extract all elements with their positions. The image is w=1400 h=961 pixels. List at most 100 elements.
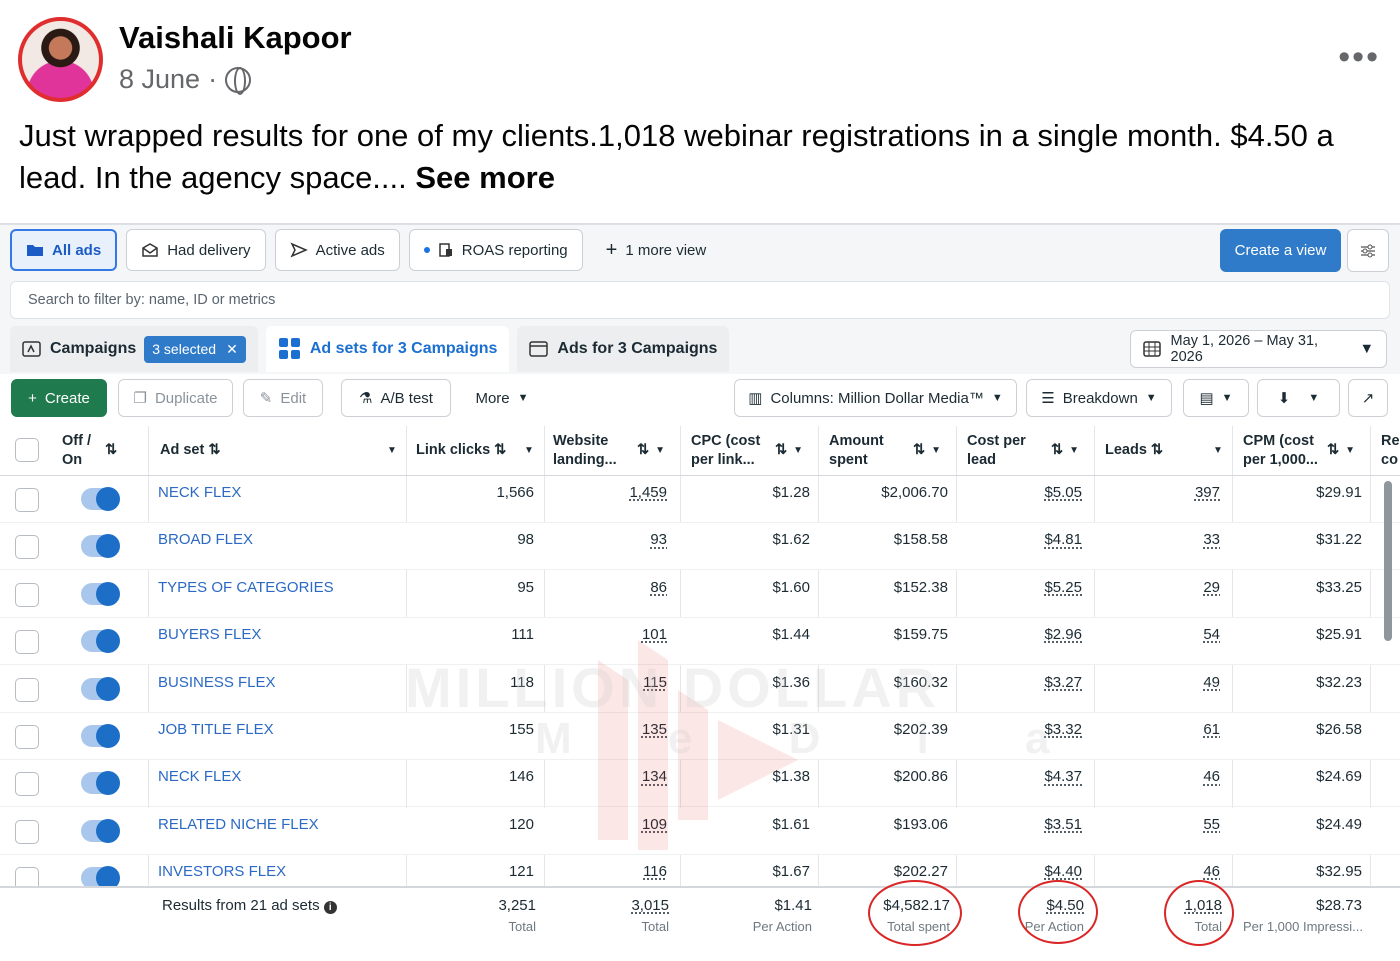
column-header-link-clicks[interactable]: Link clicks ⇅ [416, 426, 506, 475]
tab-had-delivery[interactable]: Had delivery [126, 229, 266, 271]
table-row[interactable]: BUSINESS FLEX 118 115 $1.36 $160.32 $3.27 49 $3… [0, 666, 1400, 713]
header-text: Cost per [967, 432, 1026, 449]
column-header-adset[interactable]: Ad set ⇅ [160, 426, 220, 475]
cost-per-lead-value: $5.05 [1044, 484, 1082, 501]
edit-button[interactable]: ✎ Edit [243, 379, 323, 417]
duplicate-button[interactable]: ❐ Duplicate [118, 379, 233, 417]
header-text: lead [967, 451, 997, 468]
sort-icon[interactable]: ⇅ ▼ [1051, 426, 1079, 475]
sort-icon[interactable]: ⇅ [494, 441, 506, 460]
sort-icon[interactable]: ⇅ [1151, 441, 1163, 460]
adset-name-link[interactable]: INVESTORS FLEX [158, 863, 286, 880]
caret-down-icon[interactable]: ▼ [1213, 426, 1223, 475]
total-cpm-sub: Per 1,000 Impressi... [1243, 919, 1363, 934]
post-date[interactable]: 8 June [119, 64, 200, 95]
row-checkbox[interactable] [15, 488, 39, 512]
table-row[interactable]: JOB TITLE FLEX 155 135 $1.31 $202.39 $3.32 61 $… [0, 713, 1400, 760]
table-row[interactable]: NECK FLEX 1,566 1,459 $1.28 $2,006.70 $5.05 39… [0, 476, 1400, 523]
row-checkbox[interactable] [15, 725, 39, 749]
reports-dropdown[interactable]: ▤ ▼ [1183, 379, 1249, 417]
sort-icon[interactable]: ⇅ [105, 426, 117, 475]
export-dropdown[interactable]: ⬇ ▼ [1257, 379, 1340, 417]
vertical-scrollbar[interactable] [1384, 481, 1392, 641]
see-more-link[interactable]: See more [415, 160, 555, 195]
columns-label: Columns: Million Dollar Media™ [770, 389, 984, 407]
on-off-toggle[interactable] [81, 629, 120, 654]
adset-name-link[interactable]: BUSINESS FLEX [158, 674, 276, 691]
tab-campaigns[interactable]: Campaigns 3 selected ✕ [10, 326, 258, 372]
adset-name-link[interactable]: NECK FLEX [158, 484, 241, 501]
column-header-offon[interactable]: Off / On [62, 426, 91, 475]
table-row[interactable]: RELATED NICHE FLEX 120 109 $1.61 $193.06 $3.5… [0, 807, 1400, 855]
sort-icon[interactable]: ⇅ [208, 441, 220, 460]
adset-name-link[interactable]: BUYERS FLEX [158, 626, 261, 643]
globe-icon[interactable] [225, 66, 252, 95]
tab-all-ads[interactable]: All ads [10, 229, 118, 271]
sort-icon[interactable]: ⇅ ▼ [1327, 426, 1355, 475]
author-name[interactable]: Vaishali Kapoor [119, 20, 352, 56]
table-row[interactable]: NECK FLEX 146 134 $1.38 $200.86 $4.37 46 $24.69 [0, 760, 1400, 808]
adset-name-link[interactable]: NECK FLEX [158, 768, 241, 785]
adset-name-link[interactable]: TYPES OF CATEGORIES [158, 579, 334, 596]
more-dropdown[interactable]: More ▼ [462, 379, 542, 417]
close-icon[interactable]: ✕ [226, 341, 238, 358]
adset-name-link[interactable]: BROAD FLEX [158, 531, 253, 548]
column-header-amount-spent[interactable]: Amount spent [829, 426, 884, 475]
header-text: co [1381, 451, 1398, 468]
on-off-toggle[interactable] [81, 818, 120, 843]
on-off-toggle[interactable] [81, 724, 120, 748]
level-tabs: Campaigns 3 selected ✕ Ad sets for 3 Camp… [10, 326, 730, 374]
info-icon[interactable]: i [323, 901, 337, 914]
row-checkbox[interactable] [15, 772, 39, 797]
more-view-button[interactable]: + 1 more view [592, 229, 721, 271]
search-input[interactable]: Search to filter by: name, ID or metrics [10, 281, 1390, 319]
link-clicks-value: 95 [517, 578, 534, 596]
column-header-cost-per-lead[interactable]: Cost per lead [967, 426, 1026, 475]
breakdown-dropdown[interactable]: ☰ Breakdown ▼ [1026, 379, 1172, 417]
avatar[interactable] [18, 17, 103, 102]
on-off-toggle[interactable] [81, 581, 120, 606]
tab-roas-reporting[interactable]: ROAS reporting [408, 229, 583, 271]
chart-button[interactable]: ↗ [1348, 379, 1388, 417]
row-checkbox[interactable] [15, 819, 39, 844]
column-header-truncated[interactable]: Re co [1381, 426, 1400, 475]
table-row[interactable]: BUYERS FLEX 111 101 $1.44 $159.75 $2.96 54 $25.… [0, 618, 1400, 666]
on-off-toggle[interactable] [81, 676, 120, 701]
selected-badge[interactable]: 3 selected ✕ [144, 335, 246, 363]
on-off-toggle[interactable] [81, 487, 120, 511]
create-button[interactable]: + Create [11, 379, 107, 417]
date-range-picker[interactable]: May 1, 2026 – May 31, 2026 ▼ [1130, 330, 1387, 368]
sort-icon[interactable]: ⇅ ▼ [775, 426, 803, 475]
column-header-leads[interactable]: Leads ⇅ [1105, 426, 1163, 475]
column-header-website-landing[interactable]: Website landing... [553, 426, 617, 475]
table-row[interactable]: TYPES OF CATEGORIES 95 86 $1.60 $152.38 $5.25… [0, 571, 1400, 618]
row-checkbox[interactable] [15, 535, 39, 560]
caret-down-icon[interactable]: ▼ [387, 426, 397, 475]
select-all-checkbox[interactable] [15, 438, 39, 462]
columns-dropdown[interactable]: ▥ Columns: Million Dollar Media™ ▼ [734, 379, 1017, 417]
column-header-cpm[interactable]: CPM (cost per 1,000... [1243, 426, 1318, 475]
sort-icon[interactable]: ⇅ ▼ [637, 426, 665, 475]
create-view-button[interactable]: Create a view [1220, 229, 1341, 272]
more-options-icon[interactable]: ••• [1338, 38, 1380, 77]
tab-active-ads[interactable]: Active ads [274, 229, 400, 271]
link-clicks-value: 120 [508, 815, 534, 833]
tab-ad-sets[interactable]: Ad sets for 3 Campaigns [265, 326, 510, 372]
column-header-cpc[interactable]: CPC (cost per link... [691, 426, 760, 475]
tab-ads[interactable]: Ads for 3 Campaigns [517, 326, 730, 372]
caret-down-icon[interactable]: ▼ [524, 426, 534, 475]
cost-per-lead-value: $3.27 [1044, 673, 1082, 691]
ads-manager-screenshot: All ads Had delivery Active ads ROAS rep… [0, 223, 1400, 961]
sort-icon[interactable]: ⇅ ▼ [913, 426, 941, 475]
on-off-toggle[interactable] [81, 534, 120, 559]
row-checkbox[interactable] [15, 677, 39, 702]
on-off-toggle[interactable] [81, 771, 120, 796]
table-row[interactable]: BROAD FLEX 98 93 $1.62 $158.58 $4.81 33 $31.22 [0, 523, 1400, 571]
adset-name-link[interactable]: RELATED NICHE FLEX [158, 816, 319, 833]
row-checkbox[interactable] [15, 582, 39, 607]
ab-test-button[interactable]: ⚗ A/B test [341, 379, 451, 417]
row-checkbox[interactable] [15, 630, 39, 655]
settings-sliders-icon[interactable] [1347, 229, 1389, 272]
adset-name-link[interactable]: JOB TITLE FLEX [158, 721, 274, 738]
cpc-value: $1.36 [772, 673, 810, 691]
